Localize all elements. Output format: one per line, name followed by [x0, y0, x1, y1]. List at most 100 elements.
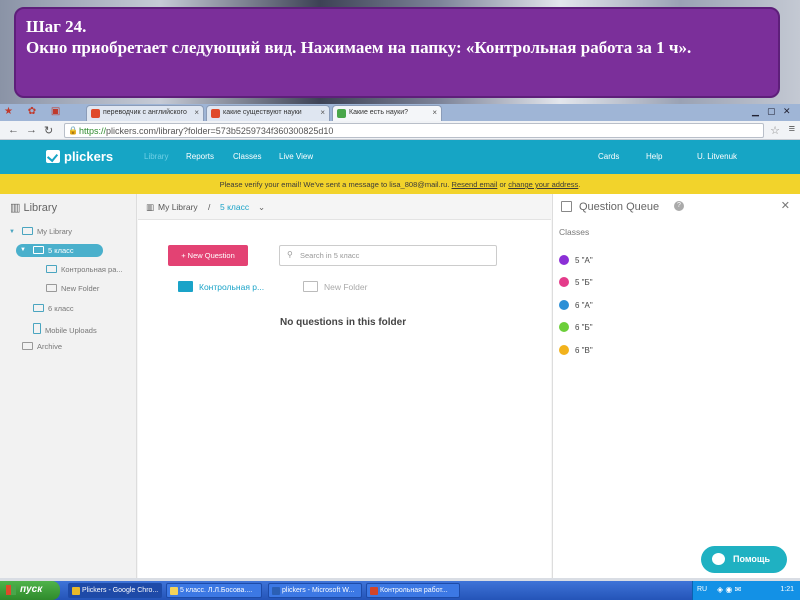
system-tray: RU ◈ ◉ ✉ 1:21	[692, 581, 800, 600]
class-name: 6 "Б"	[575, 323, 593, 332]
nav-cards[interactable]: Cards	[598, 152, 619, 161]
tab-label: какие существуют науки	[223, 109, 302, 116]
class-item-6b[interactable]: 6 "Б"	[559, 322, 593, 332]
breadcrumb-root[interactable]: My Library	[158, 202, 198, 212]
app-content: ▥ Library ▼ My Library ▼ 5 класс Контрол…	[0, 194, 800, 578]
tab-label: Какие есть науки?	[349, 109, 409, 116]
logo-text: plickers	[64, 149, 114, 164]
class-name: 6 "В"	[575, 346, 593, 355]
class-name: 6 "А"	[575, 301, 593, 310]
help-icon[interactable]: ?	[674, 201, 684, 211]
taskbar-item-word[interactable]: plickers - Microsoft W...	[268, 583, 362, 598]
taskbar-item-folder[interactable]: 5 класс. Л.Л.Босова....	[166, 583, 262, 598]
menu-icon[interactable]: ≡	[789, 123, 795, 135]
nav-help[interactable]: Help	[646, 152, 662, 161]
chevron-down-icon[interactable]: ▼	[20, 247, 26, 253]
class-color-dot	[559, 255, 569, 265]
search-input[interactable]: ⚲ Search in 5 класс	[279, 245, 497, 266]
sidebar-item-mobile-uploads[interactable]: Mobile Uploads	[33, 323, 97, 335]
close-icon[interactable]: ×	[432, 108, 437, 117]
sidebar-item-5-klass[interactable]: 5 класс	[33, 246, 74, 255]
url-scheme: https://	[79, 126, 107, 136]
help-chat-label: Помощь	[733, 554, 771, 564]
sidebar-item-kontrolnaya[interactable]: Контрольная ра...	[46, 265, 123, 274]
library-icon: ▥	[146, 202, 155, 212]
back-icon[interactable]: ←	[8, 124, 19, 136]
resend-email-link[interactable]: Resend email	[452, 180, 498, 189]
forward-icon[interactable]: →	[26, 124, 37, 136]
folder-new-folder[interactable]: New Folder	[303, 281, 367, 292]
close-icon[interactable]: ×	[194, 108, 199, 117]
close-window-icon[interactable]: ✕	[783, 106, 791, 117]
class-item-6a[interactable]: 6 "А"	[559, 300, 593, 310]
pdf-icon	[370, 587, 378, 595]
bookmark-star-icon[interactable]: ☆	[770, 124, 780, 137]
lock-icon: 🔒	[68, 126, 78, 135]
sidebar-item-label: Mobile Uploads	[45, 326, 97, 335]
nav-classes[interactable]: Classes	[233, 152, 261, 161]
sidebar-item-label: 6 класс	[48, 304, 74, 313]
new-question-button[interactable]: + New Question	[168, 245, 248, 266]
change-address-link[interactable]: change your address	[508, 180, 578, 189]
classes-label: Classes	[559, 227, 590, 237]
sidebar-item-new-folder[interactable]: New Folder	[46, 284, 99, 293]
folder-icon	[33, 304, 44, 312]
class-color-dot	[559, 277, 569, 287]
close-icon[interactable]: ×	[320, 108, 325, 117]
pinned-tabs-icons[interactable]: ★ ✿ ▣	[4, 106, 66, 117]
verify-text: Please verify your email! We've sent a m…	[219, 180, 450, 189]
class-name: 5 "Б"	[575, 278, 593, 287]
nav-library[interactable]: Library	[144, 152, 168, 161]
verify-email-bar: Please verify your email! We've sent a m…	[0, 174, 800, 194]
class-item-5a[interactable]: 5 "А"	[559, 255, 593, 265]
start-button[interactable]: пуск	[0, 581, 60, 600]
taskbar-item-chrome[interactable]: Plickers - Google Chro...	[68, 583, 162, 598]
browser-tab-2[interactable]: какие существуют науки ×	[206, 105, 330, 121]
verify-end: .	[578, 180, 581, 189]
nav-user[interactable]: U. Litvenuk	[697, 152, 737, 161]
plickers-logo[interactable]: plickers	[46, 149, 113, 164]
translate-icon	[91, 109, 100, 118]
sidebar-item-archive[interactable]: Archive	[22, 342, 62, 351]
sidebar-title: ▥ Library	[10, 201, 57, 214]
url-path: plickers.com/library?folder=573b5259734f…	[106, 126, 334, 136]
queue-title: Question Queue	[579, 201, 660, 213]
folder-icon	[178, 281, 193, 292]
browser-tab-1[interactable]: переводчик с английского ×	[86, 105, 204, 121]
class-item-5b[interactable]: 5 "Б"	[559, 277, 593, 287]
maximize-icon[interactable]: ▢	[767, 106, 776, 117]
language-indicator[interactable]: RU	[697, 586, 707, 593]
clock: 1:21	[780, 586, 794, 593]
nav-reports[interactable]: Reports	[186, 152, 214, 161]
banner-step: Шаг 24.	[26, 17, 87, 36]
library-sidebar: ▥ Library ▼ My Library ▼ 5 класс Контрол…	[0, 194, 137, 578]
browser-tab-bar: ★ ✿ ▣ переводчик с английского × какие с…	[0, 104, 800, 121]
class-item-6v[interactable]: 6 "В"	[559, 345, 593, 355]
app-navbar: plickers Library Reports Classes Live Vi…	[0, 140, 800, 174]
chevron-down-icon[interactable]: ⌄	[258, 202, 265, 213]
sidebar-item-label: My Library	[37, 227, 73, 236]
taskbar-item-pdf[interactable]: Контрольная работ...	[366, 583, 460, 598]
reload-icon[interactable]: ↻	[44, 124, 53, 137]
search-placeholder: Search in 5 класс	[300, 251, 360, 260]
banner-text: Окно приобретает следующий вид. Нажимаем…	[26, 38, 692, 57]
chevron-down-icon[interactable]: ▼	[9, 229, 15, 235]
verify-or: or	[499, 180, 507, 189]
url-input[interactable]: 🔒 https://plickers.com/library?folder=57…	[64, 123, 764, 138]
library-icon: ▥	[10, 202, 24, 214]
folder-kontrolnaya[interactable]: Контрольная р...	[178, 281, 264, 292]
archive-icon	[22, 342, 33, 350]
browser-tab-3[interactable]: Какие есть науки? ×	[332, 105, 442, 121]
help-chat-button[interactable]: Помощь	[701, 546, 787, 573]
nav-live-view[interactable]: Live View	[279, 152, 313, 161]
sidebar-item-label: New Folder	[61, 284, 100, 293]
close-icon[interactable]: ✕	[781, 199, 790, 212]
breadcrumb-current[interactable]: 5 класс	[220, 202, 249, 212]
check-logo-icon	[46, 150, 60, 163]
tray-icons[interactable]: ◈ ◉ ✉	[717, 585, 741, 594]
minimize-icon[interactable]: ▁	[752, 106, 759, 117]
folder-icon	[22, 227, 33, 235]
sidebar-item-6-klass[interactable]: 6 класс	[33, 304, 74, 313]
sidebar-title-text: Library	[23, 202, 58, 214]
sidebar-item-my-library[interactable]: My Library	[22, 227, 72, 236]
